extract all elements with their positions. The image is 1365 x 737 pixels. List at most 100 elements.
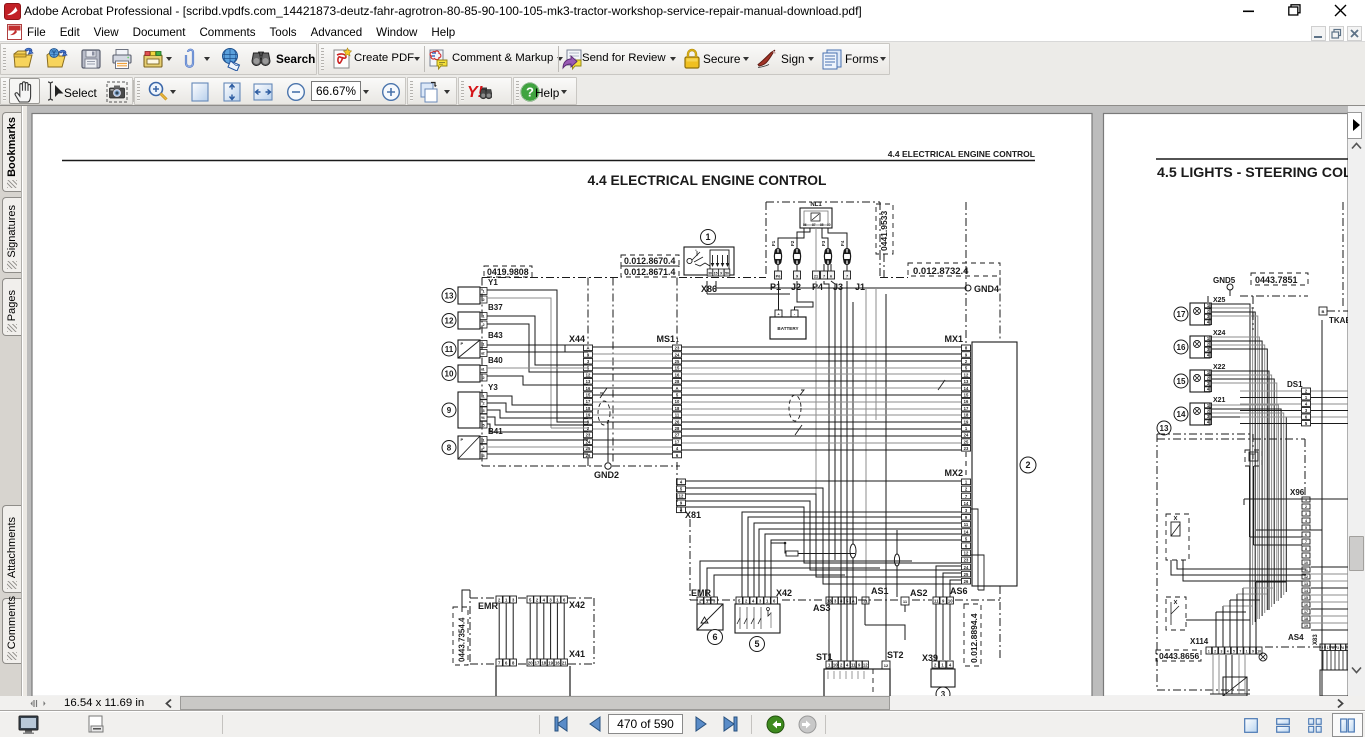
svg-text:X24: X24 <box>1213 330 1226 337</box>
svg-text:25: 25 <box>964 572 969 577</box>
svg-text:13: 13 <box>827 598 832 603</box>
svg-text:16: 16 <box>555 660 560 665</box>
svg-text:5: 5 <box>754 639 759 649</box>
svg-text:X41: X41 <box>569 649 585 659</box>
svg-text:11: 11 <box>964 522 969 527</box>
svg-text:1: 1 <box>705 232 710 242</box>
svg-text:3: 3 <box>482 409 484 413</box>
svg-text:13: 13 <box>964 379 969 384</box>
svg-text:30: 30 <box>708 272 712 276</box>
svg-text:7: 7 <box>846 274 848 278</box>
svg-text:19: 19 <box>964 419 969 424</box>
svg-text:16: 16 <box>1177 343 1186 352</box>
svg-text:1: 1 <box>1208 649 1210 653</box>
svg-text:Y3: Y3 <box>488 383 498 392</box>
svg-text:18: 18 <box>964 413 969 418</box>
svg-text:DS1: DS1 <box>1287 380 1303 389</box>
svg-text:16: 16 <box>1304 603 1308 607</box>
svg-text:19: 19 <box>548 660 553 665</box>
svg-text:13: 13 <box>1160 424 1169 433</box>
svg-text:27: 27 <box>675 433 680 438</box>
svg-text:B40: B40 <box>488 356 503 365</box>
svg-text:AS4: AS4 <box>1288 633 1304 642</box>
svg-text:11: 11 <box>851 662 856 667</box>
svg-text:2: 2 <box>482 352 484 356</box>
svg-text:2: 2 <box>1322 646 1324 650</box>
svg-text:X96: X96 <box>1290 488 1305 497</box>
svg-text:2: 2 <box>482 323 484 327</box>
svg-text:1: 1 <box>482 315 484 319</box>
svg-text:26: 26 <box>964 579 969 584</box>
svg-text:14: 14 <box>964 501 969 506</box>
svg-text:0443.7354.4: 0443.7354.4 <box>458 617 467 662</box>
svg-text:7: 7 <box>1239 649 1241 653</box>
svg-text:1: 1 <box>482 368 484 372</box>
svg-text:2: 2 <box>482 298 484 302</box>
svg-text:6: 6 <box>712 632 717 642</box>
svg-text:P1: P1 <box>770 282 781 292</box>
svg-text:J1: J1 <box>855 282 865 292</box>
svg-text:25: 25 <box>675 359 680 364</box>
svg-text:2: 2 <box>1214 649 1216 653</box>
svg-text:26: 26 <box>675 419 680 424</box>
svg-text:14: 14 <box>1177 410 1186 419</box>
svg-text:GND2: GND2 <box>594 470 619 480</box>
svg-text:16: 16 <box>675 372 680 377</box>
svg-text:17: 17 <box>675 439 680 444</box>
svg-text:1: 1 <box>482 343 484 347</box>
svg-text:AS1: AS1 <box>871 586 889 596</box>
svg-text:BATTERY: BATTERY <box>777 326 798 331</box>
svg-text:0.012.8894.4: 0.012.8894.4 <box>969 613 979 663</box>
svg-text:12: 12 <box>863 662 868 667</box>
svg-text:Y1: Y1 <box>488 278 498 287</box>
svg-text:ST2: ST2 <box>887 650 904 660</box>
svg-text:0441.9533: 0441.9533 <box>879 211 889 251</box>
svg-text:24: 24 <box>675 352 680 357</box>
svg-text:P: P <box>461 341 464 346</box>
svg-text:A: A <box>586 346 589 351</box>
svg-text:14: 14 <box>964 529 969 534</box>
svg-text:AS3: AS3 <box>813 603 831 613</box>
svg-text:28: 28 <box>675 379 680 384</box>
svg-text:3: 3 <box>1220 649 1222 653</box>
svg-text:F4: F4 <box>840 240 845 246</box>
svg-text:13: 13 <box>586 379 591 384</box>
svg-text:0.012.8670.4: 0.012.8670.4 <box>624 256 675 266</box>
svg-text:20: 20 <box>528 660 533 665</box>
svg-text:1: 1 <box>482 290 484 294</box>
svg-text:9: 9 <box>796 274 798 278</box>
svg-text:AS6: AS6 <box>950 586 968 596</box>
svg-text:5: 5 <box>482 423 484 427</box>
svg-text:17: 17 <box>1177 310 1186 319</box>
svg-text:12: 12 <box>964 372 969 377</box>
svg-text:87: 87 <box>812 223 816 227</box>
svg-text:12: 12 <box>964 551 969 556</box>
svg-text:10: 10 <box>1257 649 1261 653</box>
svg-text:X114: X114 <box>1190 637 1209 646</box>
svg-text:1: 1 <box>482 439 484 443</box>
svg-text:12: 12 <box>884 663 889 668</box>
svg-text:21: 21 <box>562 660 567 665</box>
svg-text:2: 2 <box>1305 505 1307 509</box>
svg-text:B37: B37 <box>488 303 503 312</box>
svg-text:X42: X42 <box>569 600 585 610</box>
svg-text:TKAB2: TKAB2 <box>1329 316 1348 325</box>
svg-text:14: 14 <box>1304 589 1308 593</box>
svg-text:17: 17 <box>535 660 540 665</box>
svg-text:13: 13 <box>445 291 454 300</box>
svg-text:15: 15 <box>714 272 718 276</box>
svg-text:23: 23 <box>675 346 680 351</box>
svg-text:16: 16 <box>586 386 591 391</box>
svg-text:0443.7851: 0443.7851 <box>1255 275 1298 285</box>
svg-text:12: 12 <box>1304 575 1308 579</box>
svg-text:10: 10 <box>445 369 454 378</box>
svg-text:28: 28 <box>675 426 680 431</box>
svg-text:MX1: MX1 <box>944 334 963 344</box>
svg-text:P: P <box>461 437 464 442</box>
svg-text:15: 15 <box>964 393 969 398</box>
svg-text:15: 15 <box>586 393 591 398</box>
svg-text:23: 23 <box>586 433 591 438</box>
svg-text:5: 5 <box>1233 649 1235 653</box>
svg-text:3: 3 <box>1337 646 1339 650</box>
svg-text:GND4: GND4 <box>974 284 999 294</box>
